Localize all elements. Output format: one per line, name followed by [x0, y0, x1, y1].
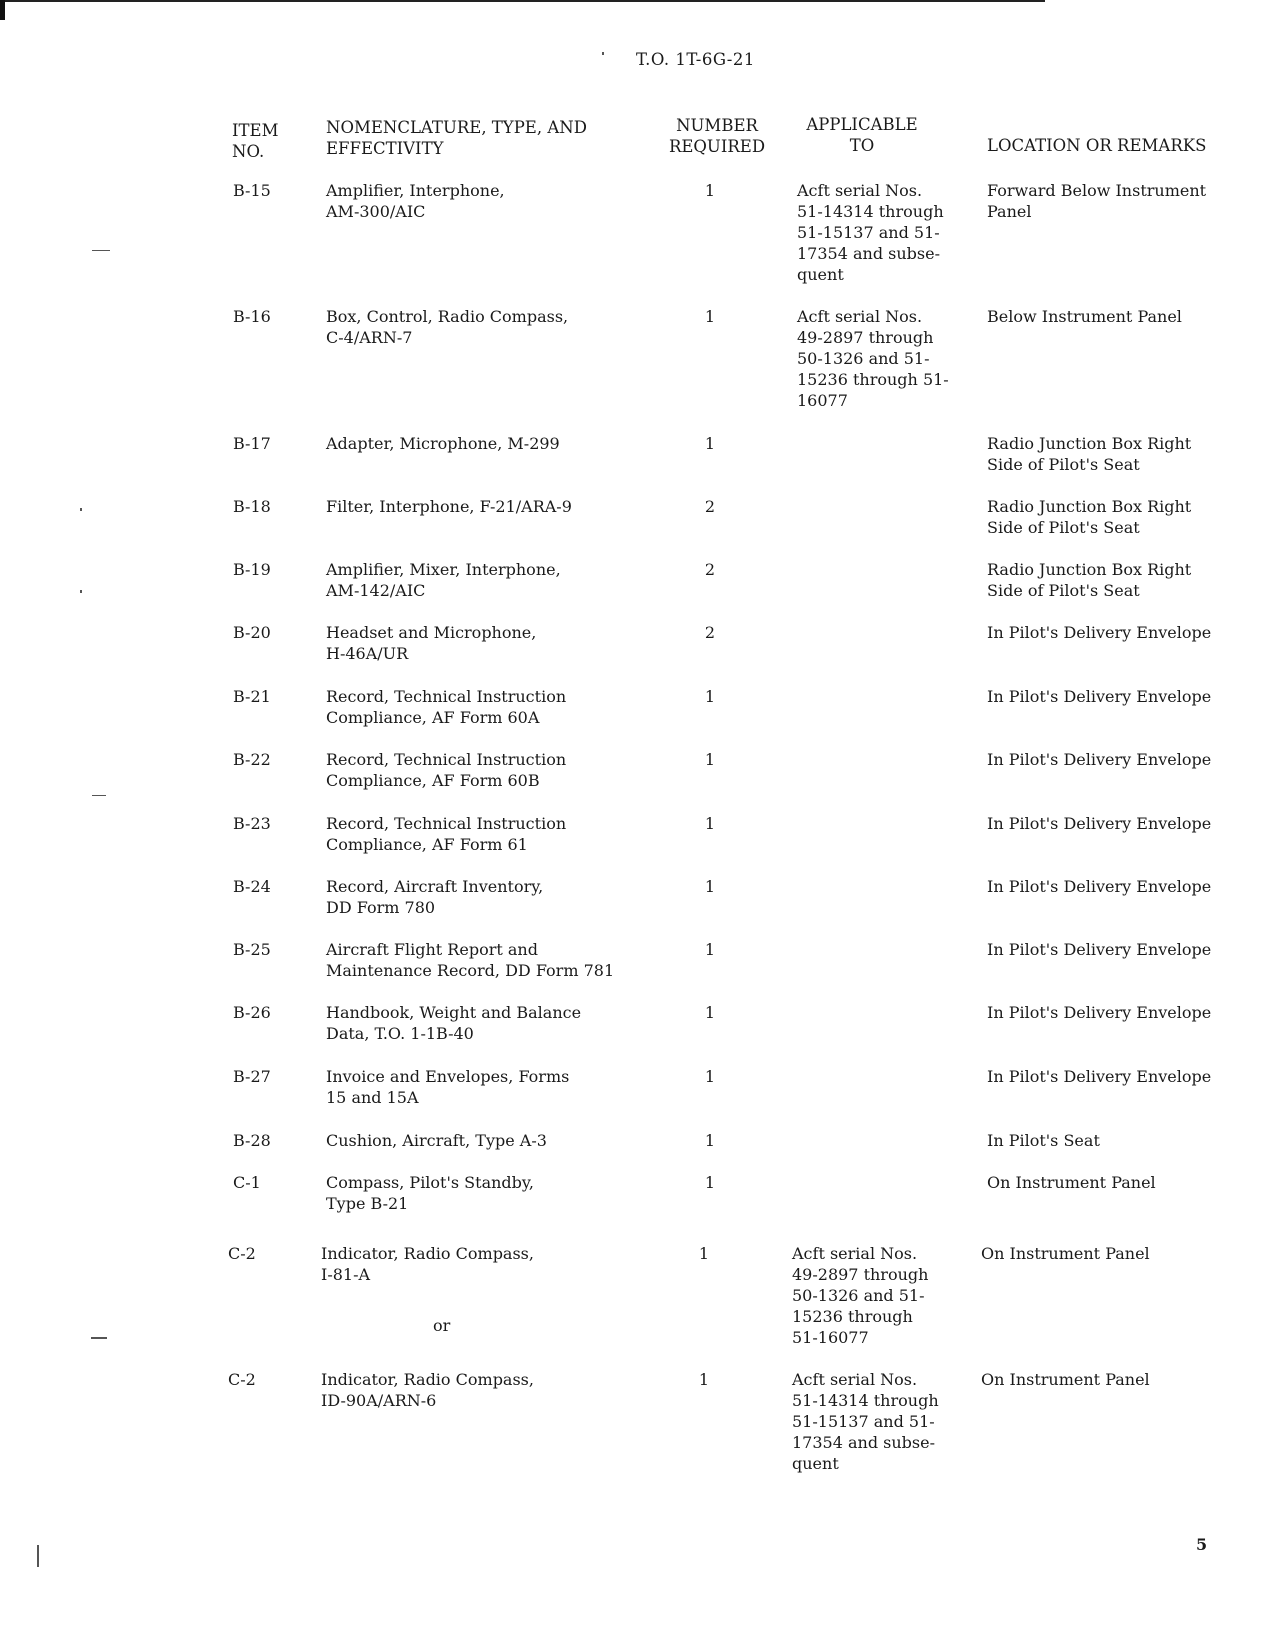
number-required: 1: [698, 1244, 710, 1263]
item-no: B-15: [233, 181, 271, 200]
item-no: C-1: [233, 1173, 261, 1192]
location: On Instrument Panel: [981, 1370, 1150, 1389]
nomenclature: Compass, Pilot's Standby, Type B-21: [326, 1173, 534, 1213]
number-required: 2: [704, 497, 716, 516]
item-no: B-19: [233, 560, 271, 579]
nomenclature: Cushion, Aircraft, Type A-3: [326, 1131, 547, 1150]
location: In Pilot's Delivery Envelope: [987, 623, 1212, 642]
item-no: B-21: [233, 687, 271, 706]
number-required: 2: [704, 560, 716, 579]
scan-mark: [91, 1337, 107, 1339]
or-separator: or: [433, 1316, 451, 1335]
item-no: B-18: [233, 497, 271, 516]
nomenclature: Record, Technical Instruction Compliance…: [326, 750, 567, 790]
number-required: 1: [698, 1370, 710, 1389]
number-required: 2: [704, 623, 716, 642]
item-no: B-27: [233, 1067, 271, 1086]
item-no: B-24: [233, 877, 271, 896]
top-border-rule: [0, 0, 1045, 2]
nomenclature: Filter, Interphone, F-21/ARA-9: [326, 497, 572, 516]
nomenclature: Headset and Microphone, H-46A/UR: [326, 623, 537, 663]
location: On Instrument Panel: [987, 1173, 1156, 1192]
number-required: 1: [704, 1003, 716, 1022]
location: In Pilot's Delivery Envelope: [987, 940, 1212, 959]
item-no: B-25: [233, 940, 271, 959]
item-no: B-26: [233, 1003, 271, 1022]
column-header-item-no: ITEM NO.: [232, 121, 279, 161]
number-required: 1: [704, 307, 716, 326]
column-header-nomenclature: NOMENCLATURE, TYPE, AND EFFECTIVITY: [326, 118, 587, 158]
scan-mark: [37, 1545, 39, 1567]
number-required: 1: [704, 181, 716, 200]
location: Radio Junction Box Right Side of Pilot's…: [987, 560, 1192, 600]
scan-mark: [80, 508, 82, 511]
location: In Pilot's Delivery Envelope: [987, 1003, 1212, 1022]
nomenclature: Amplifier, Interphone, AM-300/AIC: [326, 181, 505, 221]
column-header-applicable-to: APPLICABLE TO: [806, 115, 918, 155]
item-no: B-16: [233, 307, 271, 326]
applicable-to: Acft serial Nos. 51-14314 through 51-151…: [792, 1370, 939, 1473]
column-header-number-required: NUMBER REQUIRED: [668, 116, 766, 156]
location: In Pilot's Delivery Envelope: [987, 750, 1212, 769]
item-no: B-28: [233, 1131, 271, 1150]
location: In Pilot's Delivery Envelope: [987, 814, 1212, 833]
scan-mark: [80, 590, 82, 593]
nomenclature: Indicator, Radio Compass, ID-90A/ARN-6: [321, 1370, 534, 1410]
page-number: 5: [1196, 1535, 1208, 1554]
location: In Pilot's Seat: [987, 1131, 1100, 1150]
item-no: B-17: [233, 434, 271, 453]
number-required: 1: [704, 814, 716, 833]
scan-mark: [602, 52, 604, 55]
location: Forward Below Instrument Panel: [987, 181, 1207, 221]
number-required: 1: [704, 434, 716, 453]
nomenclature: Record, Technical Instruction Compliance…: [326, 814, 567, 854]
item-no: B-22: [233, 750, 271, 769]
nomenclature: Record, Aircraft Inventory, DD Form 780: [326, 877, 544, 917]
number-required: 1: [704, 1131, 716, 1150]
applicable-to: Acft serial Nos. 49-2897 through 50-1326…: [792, 1244, 929, 1347]
location: Below Instrument Panel: [987, 307, 1182, 326]
nomenclature: Adapter, Microphone, M-299: [326, 434, 560, 453]
corner-mark: [0, 0, 5, 20]
item-no: C-2: [228, 1370, 256, 1389]
number-required: 1: [704, 940, 716, 959]
scan-mark: [92, 795, 106, 796]
location: On Instrument Panel: [981, 1244, 1150, 1263]
applicable-to: Acft serial Nos. 51-14314 through 51-151…: [797, 181, 944, 284]
number-required: 1: [704, 1067, 716, 1086]
number-required: 1: [704, 877, 716, 896]
applicable-to: Acft serial Nos. 49-2897 through 50-1326…: [797, 307, 949, 410]
item-no: B-23: [233, 814, 271, 833]
item-no: C-2: [228, 1244, 256, 1263]
number-required: 1: [704, 1173, 716, 1192]
number-required: 1: [704, 687, 716, 706]
location: In Pilot's Delivery Envelope: [987, 687, 1212, 706]
number-required: 1: [704, 750, 716, 769]
scan-mark: [92, 250, 110, 251]
nomenclature: Record, Technical Instruction Compliance…: [326, 687, 567, 727]
item-no: B-20: [233, 623, 271, 642]
nomenclature: Indicator, Radio Compass, I-81-A: [321, 1244, 534, 1284]
nomenclature: Invoice and Envelopes, Forms 15 and 15A: [326, 1067, 570, 1107]
location: In Pilot's Delivery Envelope: [987, 1067, 1212, 1086]
document-id: T.O. 1T-6G-21: [636, 50, 755, 69]
location: Radio Junction Box Right Side of Pilot's…: [987, 497, 1192, 537]
column-header-location: LOCATION OR REMARKS: [987, 136, 1207, 155]
nomenclature: Amplifier, Mixer, Interphone, AM-142/AIC: [326, 560, 561, 600]
nomenclature: Aircraft Flight Report and Maintenance R…: [326, 940, 615, 980]
nomenclature: Box, Control, Radio Compass, C-4/ARN-7: [326, 307, 569, 347]
location: In Pilot's Delivery Envelope: [987, 877, 1212, 896]
location: Radio Junction Box Right Side of Pilot's…: [987, 434, 1192, 474]
nomenclature: Handbook, Weight and Balance Data, T.O. …: [326, 1003, 582, 1043]
